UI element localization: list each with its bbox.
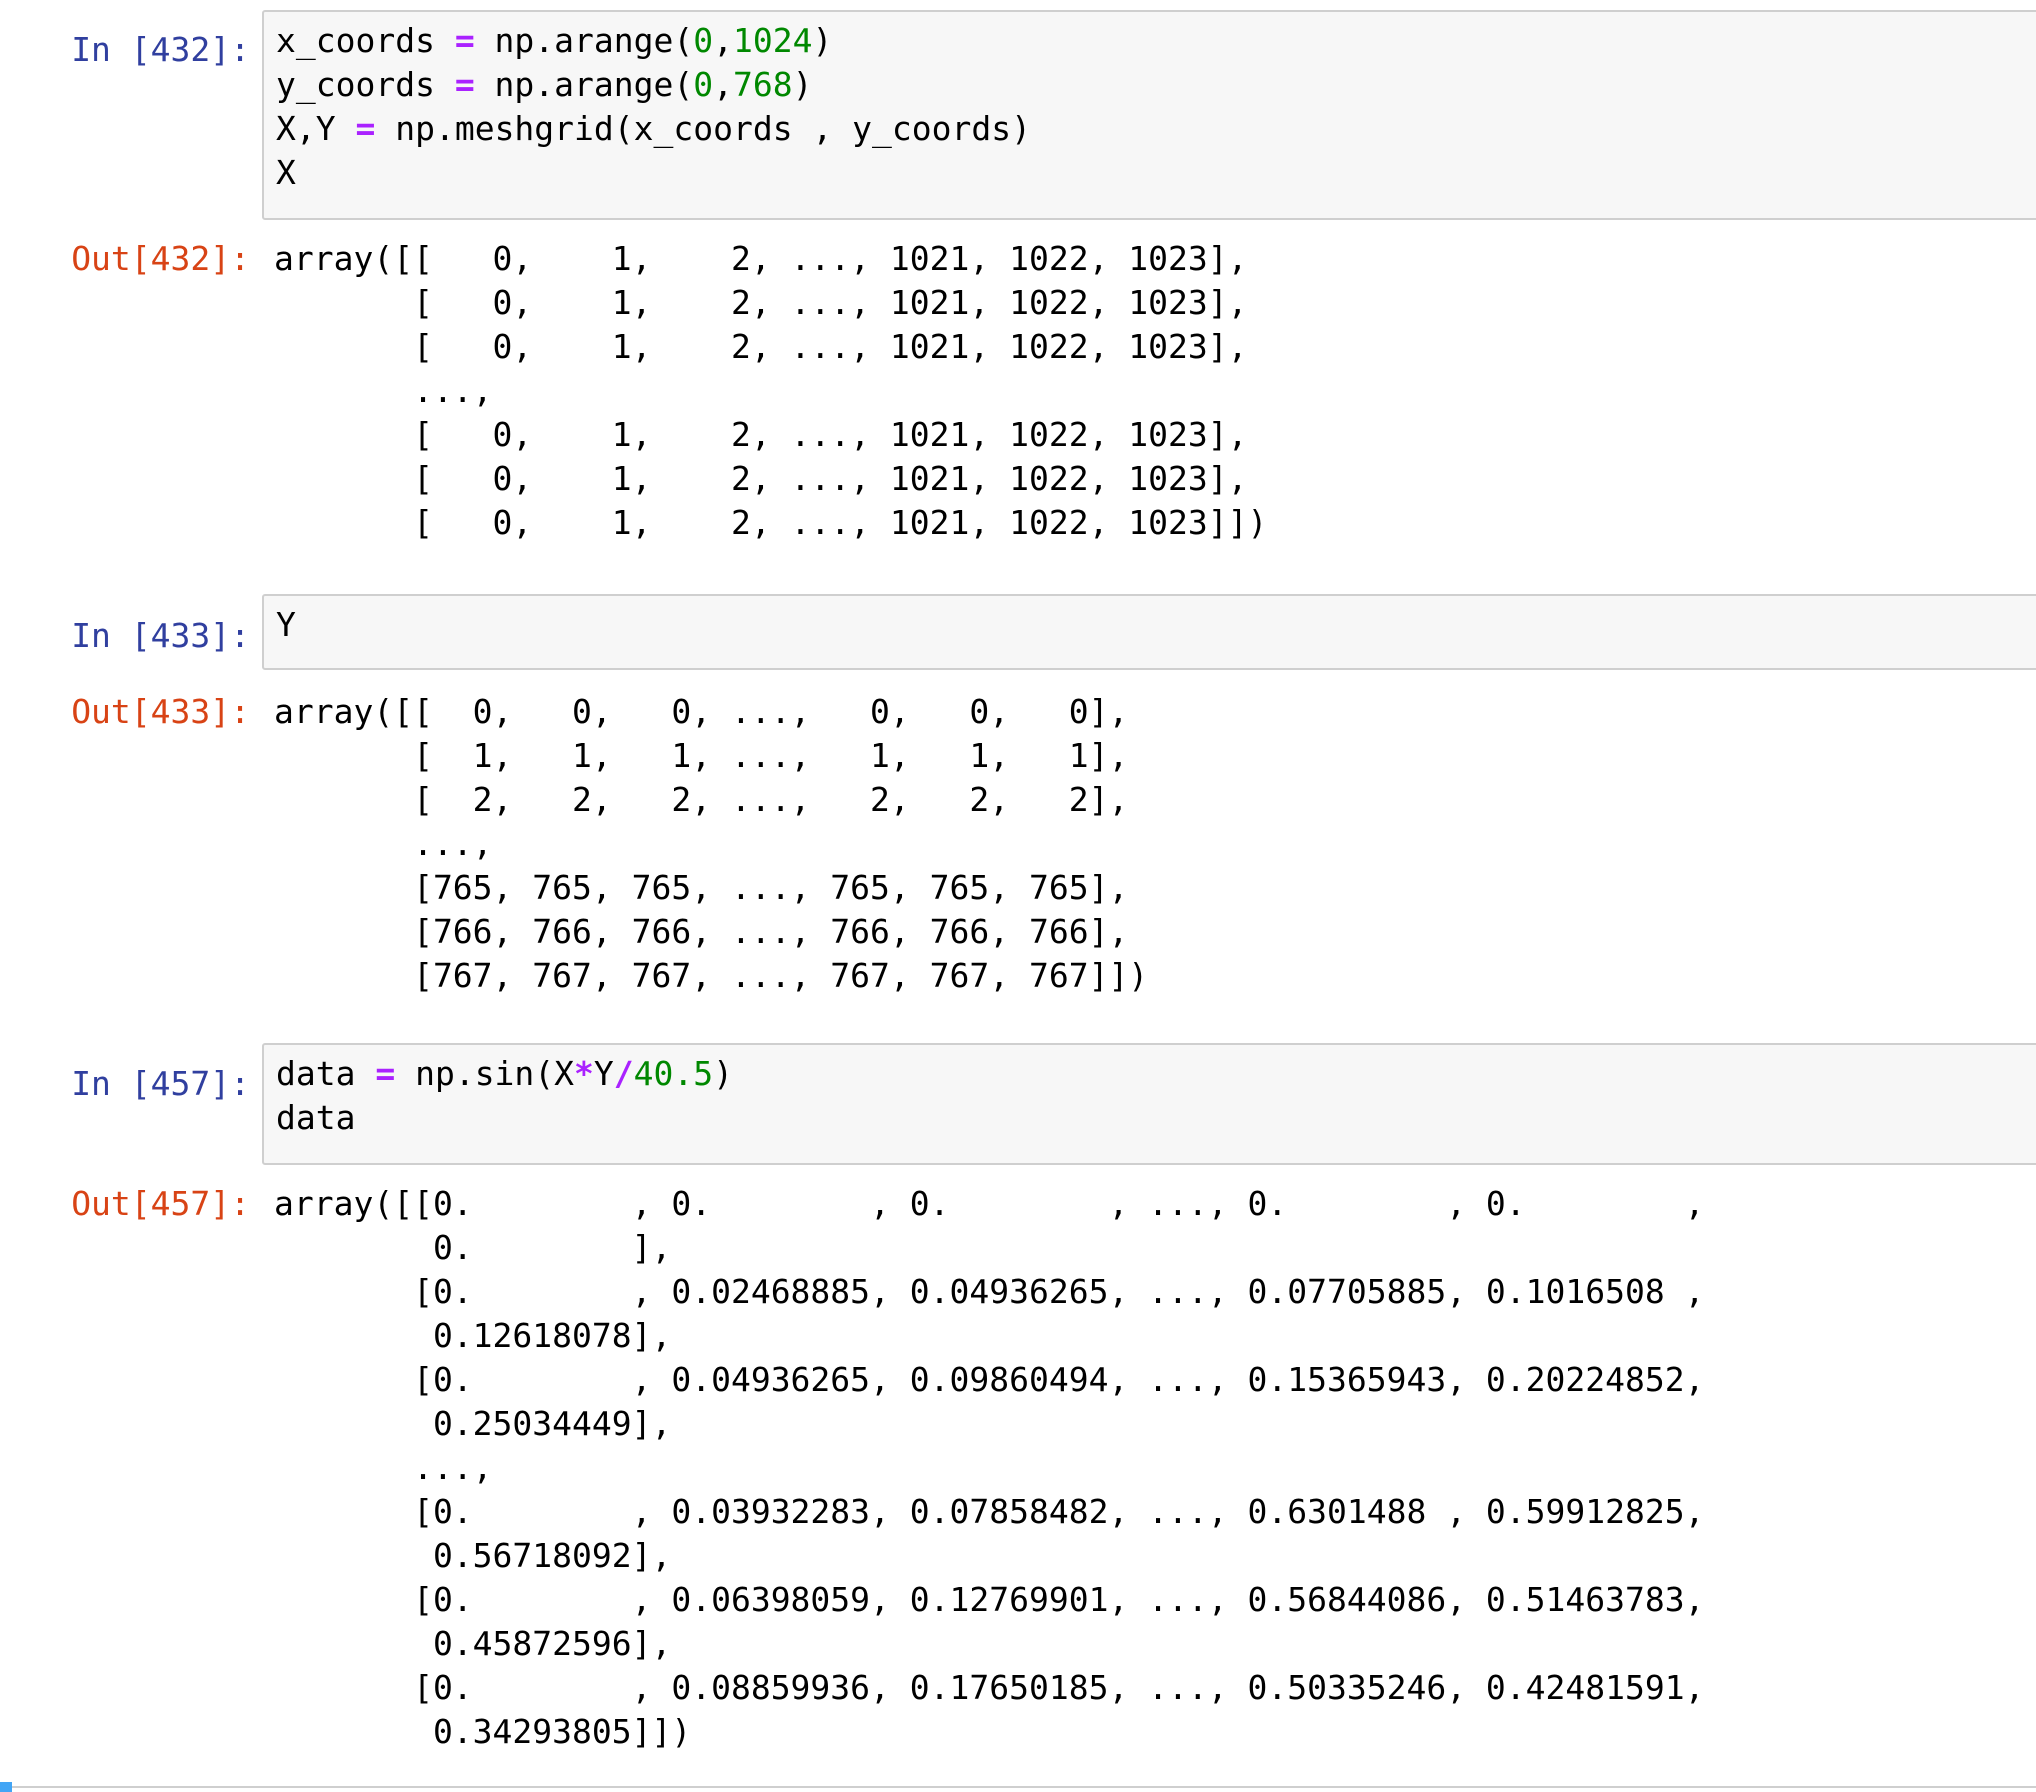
code-token: x_coords xyxy=(276,21,455,60)
code-operator: = xyxy=(355,109,376,148)
code-text[interactable]: data = np.sin(X*Y/40.5) data xyxy=(276,1052,733,1140)
code-token: , xyxy=(713,65,733,104)
output-line: [0. , 0.02468885, 0.04936265, ..., 0.077… xyxy=(274,1272,1705,1311)
code-operator: = xyxy=(454,21,475,60)
output-line: 0.34293805]]) xyxy=(274,1712,692,1751)
output-line: array([[ 0, 1, 2, ..., 1021, 1022, 1023]… xyxy=(274,239,1248,278)
output-line: [ 2, 2, 2, ..., 2, 2, 2], xyxy=(274,780,1129,819)
output-line: 0.45872596], xyxy=(274,1624,672,1663)
input-prompt: In [457]: xyxy=(71,1064,250,1103)
input-prompt: In [432]: xyxy=(71,30,250,69)
output-line: ..., xyxy=(274,1448,493,1487)
code-token: np.arange( xyxy=(474,21,694,60)
code-token: X xyxy=(276,153,296,192)
code-number: 40.5 xyxy=(633,1054,714,1093)
output-line: array([[ 0, 0, 0, ..., 0, 0, 0], xyxy=(274,692,1129,731)
code-token: ) xyxy=(792,65,813,104)
code-editor[interactable]: x_coords = np.arange(0,1024) y_coords = … xyxy=(262,10,2036,220)
code-number: 1024 xyxy=(732,21,813,60)
output-line: [766, 766, 766, ..., 766, 766, 766], xyxy=(274,912,1129,951)
output-line: 0. ], xyxy=(274,1228,672,1267)
output-line: [0. , 0.06398059, 0.12769901, ..., 0.568… xyxy=(274,1580,1705,1619)
code-operator: = xyxy=(375,1054,396,1093)
output-text: array([[ 0, 1, 2, ..., 1021, 1022, 1023]… xyxy=(274,237,1267,545)
output-line: [ 0, 1, 2, ..., 1021, 1022, 1023], xyxy=(274,283,1248,322)
output-line: [ 0, 1, 2, ..., 1021, 1022, 1023], xyxy=(274,415,1248,454)
output-line: [765, 765, 765, ..., 765, 765, 765], xyxy=(274,868,1129,907)
selected-cell-marker xyxy=(0,1782,12,1792)
output-line: [0. , 0.08859936, 0.17650185, ..., 0.503… xyxy=(274,1668,1705,1707)
code-token: ) xyxy=(812,21,833,60)
notebook-bottom-divider xyxy=(0,1786,2036,1788)
code-token: np.meshgrid(x_coords , y_coords) xyxy=(375,109,1031,148)
output-line: [ 0, 1, 2, ..., 1021, 1022, 1023], xyxy=(274,327,1248,366)
code-token: Y xyxy=(276,605,296,644)
code-token: data xyxy=(276,1098,356,1137)
code-token: y_coords xyxy=(276,65,455,104)
output-prompt: Out[433]: xyxy=(71,692,250,731)
notebook: In [432]: x_coords = np.arange(0,1024) y… xyxy=(0,0,2036,1792)
output-line: [0. , 0.04936265, 0.09860494, ..., 0.153… xyxy=(274,1360,1705,1399)
output-text: array([[ 0, 0, 0, ..., 0, 0, 0], [ 1, 1,… xyxy=(274,690,1148,998)
code-token: ) xyxy=(713,1054,734,1093)
output-line: 0.12618078], xyxy=(274,1316,672,1355)
code-number: 0 xyxy=(693,65,714,104)
code-editor[interactable]: data = np.sin(X*Y/40.5) data xyxy=(262,1043,2036,1165)
output-line: ..., xyxy=(274,824,493,863)
output-line: [ 0, 1, 2, ..., 1021, 1022, 1023], xyxy=(274,459,1248,498)
code-number: 768 xyxy=(732,65,793,104)
code-operator: / xyxy=(613,1054,634,1093)
code-token: np.sin(X xyxy=(395,1054,575,1093)
input-prompt: In [433]: xyxy=(71,616,250,655)
output-line: ..., xyxy=(274,371,493,410)
output-line: 0.25034449], xyxy=(274,1404,672,1443)
code-text[interactable]: x_coords = np.arange(0,1024) y_coords = … xyxy=(276,19,1031,195)
code-token: Y xyxy=(593,1054,614,1093)
code-number: 0 xyxy=(693,21,714,60)
code-operator: * xyxy=(574,1054,594,1093)
code-token: np.arange( xyxy=(474,65,694,104)
code-token: X,Y xyxy=(276,109,356,148)
output-line: [ 0, 1, 2, ..., 1021, 1022, 1023]]) xyxy=(274,503,1268,542)
output-line: [0. , 0.03932283, 0.07858482, ..., 0.630… xyxy=(274,1492,1705,1531)
output-prompt: Out[457]: xyxy=(71,1184,250,1223)
code-text[interactable]: Y xyxy=(276,603,296,647)
output-prompt: Out[432]: xyxy=(71,239,250,278)
code-operator: = xyxy=(454,65,475,104)
code-token: data xyxy=(276,1054,376,1093)
output-line: array([[0. , 0. , 0. , ..., 0. , 0. , xyxy=(274,1184,1705,1223)
code-token: , xyxy=(713,21,733,60)
output-line: [ 1, 1, 1, ..., 1, 1, 1], xyxy=(274,736,1129,775)
code-editor[interactable]: Y xyxy=(262,594,2036,670)
output-line: 0.56718092], xyxy=(274,1536,672,1575)
output-line: [767, 767, 767, ..., 767, 767, 767]]) xyxy=(274,956,1149,995)
output-text: array([[0. , 0. , 0. , ..., 0. , 0. , 0.… xyxy=(274,1182,1704,1754)
